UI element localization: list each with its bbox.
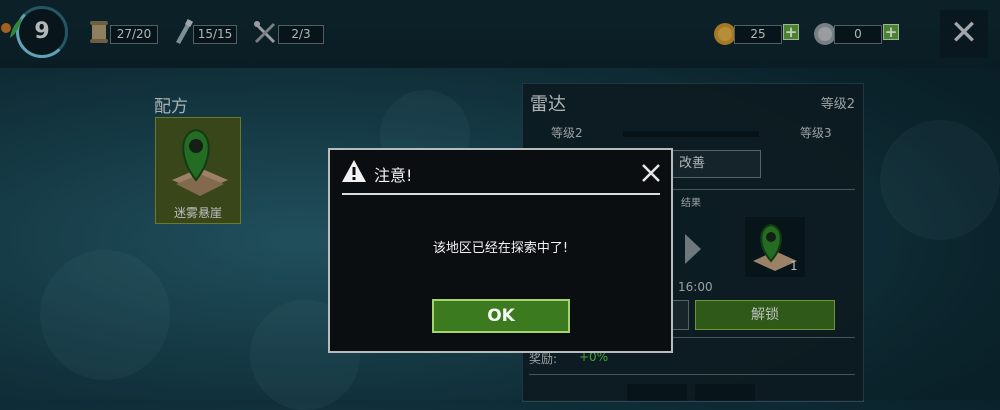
alert-dialog: 注意! 该地区已经在探索中了! OK — [328, 148, 673, 353]
dialog-close-icon[interactable] — [638, 160, 664, 186]
warning-icon — [342, 160, 366, 182]
ok-button[interactable]: OK — [432, 299, 570, 333]
dialog-divider — [342, 193, 660, 195]
dialog-title: 注意! — [374, 166, 413, 185]
dialog-message: 该地区已经在探索中了! — [432, 241, 569, 256]
